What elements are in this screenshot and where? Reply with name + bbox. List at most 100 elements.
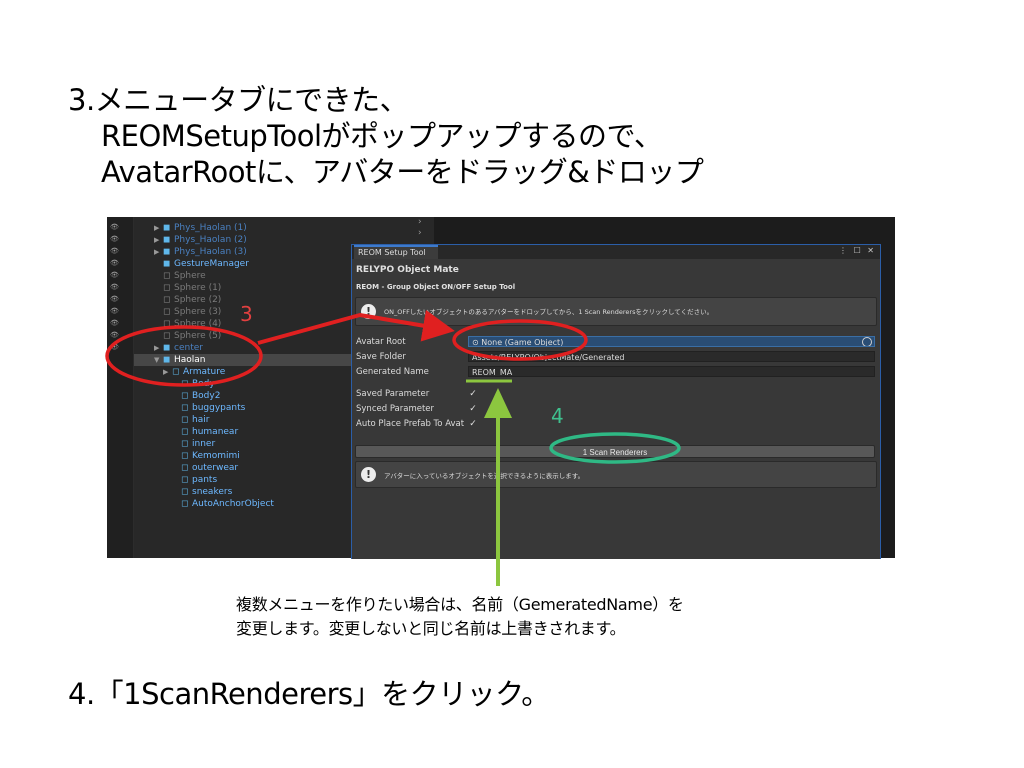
- chevron-right-icon[interactable]: ▶: [163, 366, 172, 378]
- cube-outline-icon: ◻: [163, 319, 171, 329]
- hierarchy-item-label: Phys_Haolan (2): [174, 235, 247, 245]
- window-controls[interactable]: ⋮ ☐ ✕: [839, 246, 876, 255]
- visibility-toggle-icon[interactable]: 👁: [110, 259, 119, 267]
- window-tab-bar: REOM Setup Tool ⋮ ☐ ✕: [352, 245, 880, 259]
- hierarchy-item-label: buggypants: [192, 403, 246, 413]
- note-line1: 複数メニューを作りたい場合は、名前（GemeratedName）を: [236, 595, 684, 614]
- info-text-bottom: アバターに入っているオブジェクトを選択できるように表示します。: [384, 472, 585, 480]
- cube-outline-icon: ◻: [181, 463, 189, 473]
- step3-heading-line1: 3.メニュータブにできた、: [68, 83, 409, 117]
- hierarchy-item[interactable]: ▶ ◼ Phys_Haolan (1): [134, 222, 414, 234]
- step3-heading-line3: AvatarRootに、アバターをドラッグ&ドロップ: [101, 155, 704, 189]
- info-icon: !: [361, 467, 376, 482]
- auto-place-label: Auto Place Prefab To Avat: [356, 419, 465, 429]
- generated-name-field[interactable]: REOM_MA: [468, 366, 875, 377]
- cube-outline-icon: ◻: [181, 499, 189, 509]
- cube-icon: ◼: [163, 223, 171, 233]
- visibility-toggle-icon[interactable]: 👁: [110, 235, 119, 243]
- cube-outline-icon: ◻: [181, 451, 189, 461]
- cube-outline-icon: ◻: [181, 439, 189, 449]
- cube-icon: ◼: [163, 355, 171, 365]
- cube-icon: ◼: [163, 247, 171, 257]
- visibility-toggle-icon[interactable]: 👁: [110, 247, 119, 255]
- hierarchy-item-label: Phys_Haolan (3): [174, 247, 247, 257]
- info-icon: !: [361, 304, 376, 319]
- cube-outline-icon: ◻: [181, 379, 189, 389]
- chevron-right-icon[interactable]: ›: [418, 217, 422, 227]
- cube-outline-icon: ◻: [181, 391, 189, 401]
- hierarchy-item-label: Phys_Haolan (1): [174, 223, 247, 233]
- save-folder-label: Save Folder: [356, 352, 406, 362]
- toolbar-strip: › ›: [414, 217, 434, 239]
- cube-outline-icon: ◻: [163, 331, 171, 341]
- visibility-toggle-icon[interactable]: 👁: [110, 295, 119, 303]
- cube-outline-icon: ◻: [181, 475, 189, 485]
- hierarchy-item-label: Sphere: [174, 271, 206, 281]
- hierarchy-item-label: Body: [192, 379, 215, 389]
- hierarchy-item-label: pants: [192, 475, 218, 485]
- object-picker-icon[interactable]: [862, 337, 872, 346]
- saved-parameter-label: Saved Parameter: [356, 389, 430, 399]
- visibility-toggle-icon[interactable]: 👁: [110, 223, 119, 231]
- visibility-toggle-icon[interactable]: 👁: [110, 343, 119, 351]
- hierarchy-item-label: Sphere (3): [174, 307, 222, 317]
- scan-renderers-button[interactable]: 1 Scan Renderers: [355, 445, 875, 458]
- cube-outline-icon: ◻: [163, 295, 171, 305]
- visibility-toggle-icon[interactable]: 👁: [110, 271, 119, 279]
- visibility-column: 👁 👁 👁 👁 👁 👁 👁 👁 👁 👁 👁: [107, 217, 133, 558]
- chevron-right-icon[interactable]: ▶: [154, 222, 163, 234]
- saved-parameter-checkbox[interactable]: ✓: [468, 389, 478, 399]
- note-line2: 変更します。変更しないと同じ名前は上書きされます。: [236, 619, 626, 638]
- save-folder-field[interactable]: Assets/RELYPO/ObjectMate/Generated: [468, 351, 875, 362]
- hierarchy-item-label: center: [174, 343, 203, 353]
- cube-outline-icon: ◻: [181, 427, 189, 437]
- avatar-root-value: ⊙ None (Game Object): [472, 338, 564, 347]
- cube-icon: ◼: [163, 259, 171, 269]
- hierarchy-item-label: outerwear: [192, 463, 239, 473]
- hierarchy-item-label: Sphere (1): [174, 283, 222, 293]
- visibility-toggle-icon[interactable]: 👁: [110, 331, 119, 339]
- tab-reom-setup-tool[interactable]: REOM Setup Tool: [354, 245, 438, 259]
- hierarchy-item-label: Body2: [192, 391, 221, 401]
- auto-place-checkbox[interactable]: ✓: [468, 419, 478, 429]
- hierarchy-item-label: inner: [192, 439, 216, 449]
- hierarchy-item-label: Armature: [183, 367, 226, 377]
- cube-outline-icon: ◻: [163, 271, 171, 281]
- hierarchy-item-label: humanear: [192, 427, 239, 437]
- chevron-right-icon[interactable]: ▶: [154, 234, 163, 246]
- synced-parameter-label: Synced Parameter: [356, 404, 435, 414]
- hierarchy-item-label: Sphere (4): [174, 319, 222, 329]
- hierarchy-item-label: GestureManager: [174, 259, 249, 269]
- step3-heading-line2: REOMSetupToolがポップアップするので、: [101, 119, 663, 153]
- annotation-number-3: 3: [240, 302, 253, 326]
- cube-outline-icon: ◻: [181, 415, 189, 425]
- chevron-right-icon[interactable]: ▶: [154, 342, 163, 354]
- tool-subtitle: REOM - Group Object ON/OFF Setup Tool: [356, 283, 516, 291]
- cube-outline-icon: ◻: [163, 307, 171, 317]
- visibility-toggle-icon[interactable]: 👁: [110, 307, 119, 315]
- hierarchy-item-label: Kemomimi: [192, 451, 240, 461]
- visibility-toggle-icon[interactable]: 👁: [110, 283, 119, 291]
- product-title: RELYPO Object Mate: [356, 265, 459, 275]
- reom-setup-tool-window: REOM Setup Tool ⋮ ☐ ✕ RELYPO Object Mate…: [351, 244, 881, 559]
- cube-icon: ◼: [163, 235, 171, 245]
- info-box-top: ! ON_OFFしたいオブジェクトのあるアバターをドロップしてから、1 Scan…: [355, 297, 877, 326]
- hierarchy-item-label: AutoAnchorObject: [192, 499, 274, 509]
- chevron-down-icon[interactable]: ▼: [154, 354, 163, 366]
- annotation-number-4: 4: [551, 404, 564, 428]
- hierarchy-item-label: hair: [192, 415, 210, 425]
- hierarchy-item-label: Sphere (5): [174, 331, 222, 341]
- avatar-root-label: Avatar Root: [356, 337, 406, 347]
- info-text-top: ON_OFFしたいオブジェクトのあるアバターをドロップしてから、1 Scan R…: [384, 308, 714, 316]
- chevron-right-icon[interactable]: ▶: [154, 246, 163, 258]
- info-box-bottom: ! アバターに入っているオブジェクトを選択できるように表示します。: [355, 461, 877, 488]
- chevron-right-icon[interactable]: ›: [418, 228, 422, 238]
- visibility-toggle-icon[interactable]: 👁: [110, 319, 119, 327]
- cube-outline-icon: ◻: [181, 403, 189, 413]
- generated-name-label: Generated Name: [356, 367, 429, 377]
- cube-outline-icon: ◻: [163, 283, 171, 293]
- hierarchy-item-label: sneakers: [192, 487, 233, 497]
- avatar-root-field[interactable]: ⊙ None (Game Object): [468, 336, 875, 347]
- cube-outline-icon: ◻: [181, 487, 189, 497]
- synced-parameter-checkbox[interactable]: ✓: [468, 404, 478, 414]
